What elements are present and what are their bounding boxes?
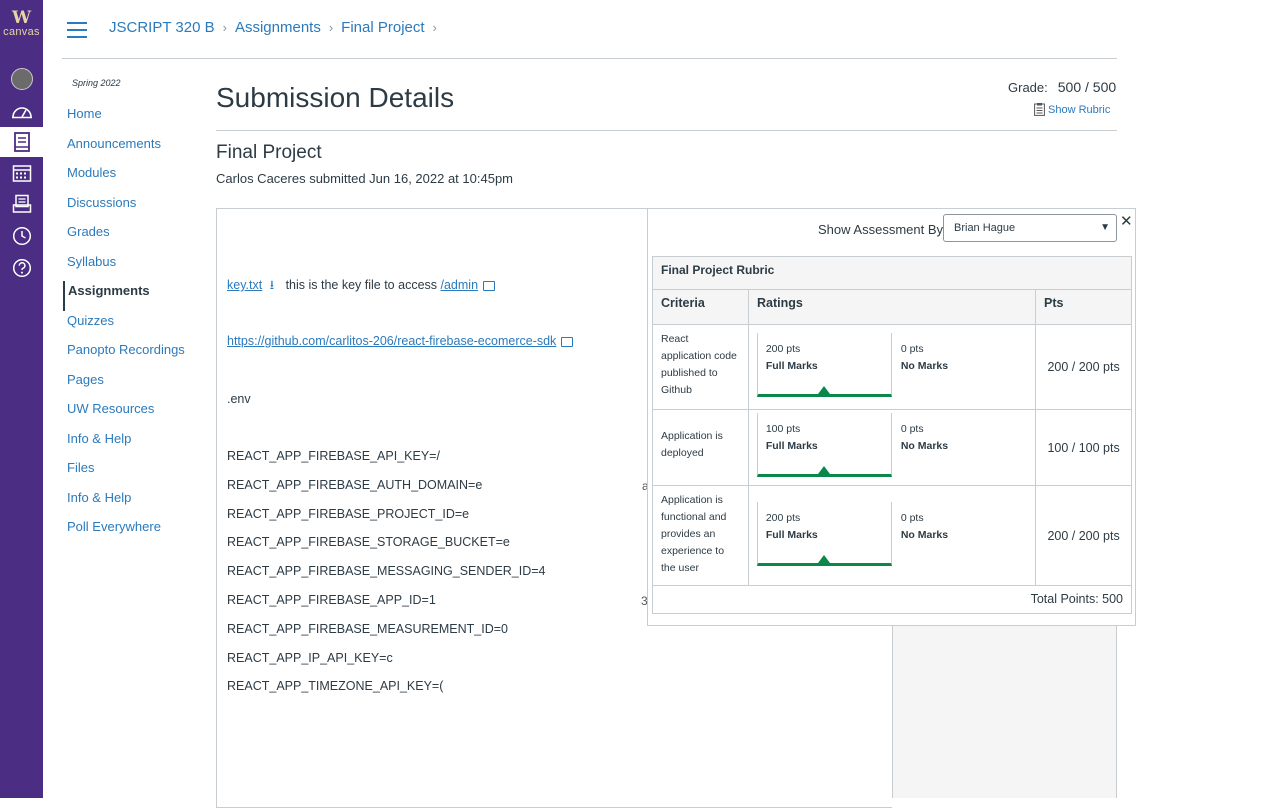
env-line: REACT_APP_FIREBASE_PROJECT_ID=e [227,507,470,521]
criteria-header: Criteria [653,290,749,324]
account-avatar[interactable] [0,64,43,94]
rubric-title: Final Project Rubric [653,257,1131,290]
menu-toggle-icon[interactable] [67,22,87,38]
history-icon[interactable] [0,221,43,251]
github-link[interactable]: https://github.com/carlitos-206/react-fi… [227,334,556,348]
course-nav-syllabus[interactable]: Syllabus [67,252,185,282]
rating-no-marks[interactable]: 0 pts No Marks [893,333,1028,397]
course-nav-grades[interactable]: Grades [67,222,185,252]
rubric-table: Final Project Rubric Criteria Ratings Pt… [652,256,1132,614]
global-nav: W canvas [0,0,43,798]
criterion-score: 100 / 100 pts [1047,440,1120,455]
rubric-icon [1034,103,1045,116]
external-link-icon [561,336,574,347]
criterion-description: Application is functional and provides a… [653,486,749,585]
course-nav-announcements[interactable]: Announcements [67,134,185,164]
inbox-icon[interactable] [0,189,43,219]
course-nav-info-help[interactable]: Info & Help [67,429,185,459]
env-line: REACT_APP_FIREBASE_AUTH_DOMAIN=e [227,478,483,492]
external-link-icon [483,280,496,291]
rubric-row: Application is functional and provides a… [653,486,1131,586]
course-nav: Home Announcements Modules Discussions G… [63,104,185,547]
env-line: REACT_APP_FIREBASE_APP_ID=1 [227,593,436,607]
criterion-description: React application code published to Gith… [653,325,749,409]
rating-no-marks[interactable]: 0 pts No Marks [893,502,1028,566]
rubric-header-row: Criteria Ratings Pts [653,290,1131,325]
github-line: https://github.com/carlitos-206/react-fi… [227,334,574,348]
criterion-score: 200 / 200 pts [1047,360,1120,374]
courses-icon[interactable] [0,127,43,157]
assignment-title: Final Project [216,142,322,163]
breadcrumb-assignments[interactable]: Assignments [235,19,321,36]
breadcrumb: JSCRIPT 320 B › Assignments › Final Proj… [109,19,445,36]
rating-no-marks[interactable]: 0 pts No Marks [893,413,1028,477]
chevron-right-icon: › [328,20,334,35]
pts-header: Pts [1044,296,1064,310]
breadcrumb-course[interactable]: JSCRIPT 320 B [109,19,215,36]
download-icon[interactable]: ⭳ [270,278,274,292]
avatar [10,68,33,90]
chevron-right-icon: › [432,20,437,35]
course-nav-uw-resources[interactable]: UW Resources [67,399,185,429]
chevron-right-icon: › [222,20,227,35]
assessment-label: Show Assessment By: [818,222,947,237]
env-line: REACT_APP_FIREBASE_MESSAGING_SENDER_ID=4 [227,564,546,578]
page-title: Submission Details [216,82,455,113]
close-icon[interactable]: ✕ [1120,212,1133,230]
rubric-total: Total Points: 500 [1030,592,1123,606]
course-nav-modules[interactable]: Modules [67,163,185,193]
breadcrumb-final-project[interactable]: Final Project [341,19,424,36]
course-nav-assignments[interactable]: Assignments [63,281,185,311]
chevron-down-icon: ▼ [1100,222,1110,233]
canvas-logo[interactable]: W canvas [0,10,43,39]
title-divider [216,130,1117,131]
env-line: REACT_APP_IP_API_KEY=c [227,651,393,665]
admin-link[interactable]: /admin [441,278,479,292]
key-file-link[interactable]: key.txt [227,278,262,292]
dashboard-icon[interactable] [0,96,43,126]
rubric-row: Application is deployed 100 pts Full Mar… [653,410,1131,486]
show-rubric-link[interactable]: Show Rubric [1034,103,1110,116]
calendar-icon[interactable] [0,158,43,188]
help-icon[interactable] [0,253,43,283]
preview-sidebar [892,600,1117,798]
criterion-score: 200 / 200 pts [1047,528,1120,543]
header-divider [62,58,1117,59]
course-nav-pages[interactable]: Pages [67,370,185,400]
term-label: Spring 2022 [72,78,121,88]
ratings-header: Ratings [749,290,1036,324]
course-nav-poll-everywhere[interactable]: Poll Everywhere [67,517,185,547]
assessor-select[interactable]: Brian Hague ▼ [943,214,1117,242]
course-nav-info-help-2[interactable]: Info & Help [67,488,185,518]
course-nav-discussions[interactable]: Discussions [67,193,185,223]
course-nav-home[interactable]: Home [67,104,185,134]
env-line: REACT_APP_FIREBASE_API_KEY=/ [227,449,440,463]
course-nav-files[interactable]: Files [67,458,185,488]
grade-value: 500 / 500 [1057,79,1117,95]
grade-display: Grade: 500 / 500 [1008,79,1116,95]
rating-full-marks[interactable]: 200 pts Full Marks [756,333,892,397]
env-line: REACT_APP_FIREBASE_MEASUREMENT_ID=0 [227,622,508,636]
course-nav-quizzes[interactable]: Quizzes [67,311,185,341]
submission-info: Carlos Caceres submitted Jun 16, 2022 at… [216,171,514,186]
criterion-description: Application is deployed [653,410,749,485]
rubric-row: React application code published to Gith… [653,325,1131,410]
env-line: REACT_APP_TIMEZONE_API_KEY=( [227,679,444,693]
key-line: key.txt ⭳ this is the key file to access… [227,276,496,297]
rating-full-marks[interactable]: 100 pts Full Marks [756,413,892,477]
env-heading: .env [227,392,251,406]
grade-label: Grade: [1008,80,1048,95]
rating-full-marks[interactable]: 200 pts Full Marks [756,502,892,566]
course-nav-panopto[interactable]: Panopto Recordings [67,340,185,370]
env-line: REACT_APP_FIREBASE_STORAGE_BUCKET=e [227,535,510,549]
